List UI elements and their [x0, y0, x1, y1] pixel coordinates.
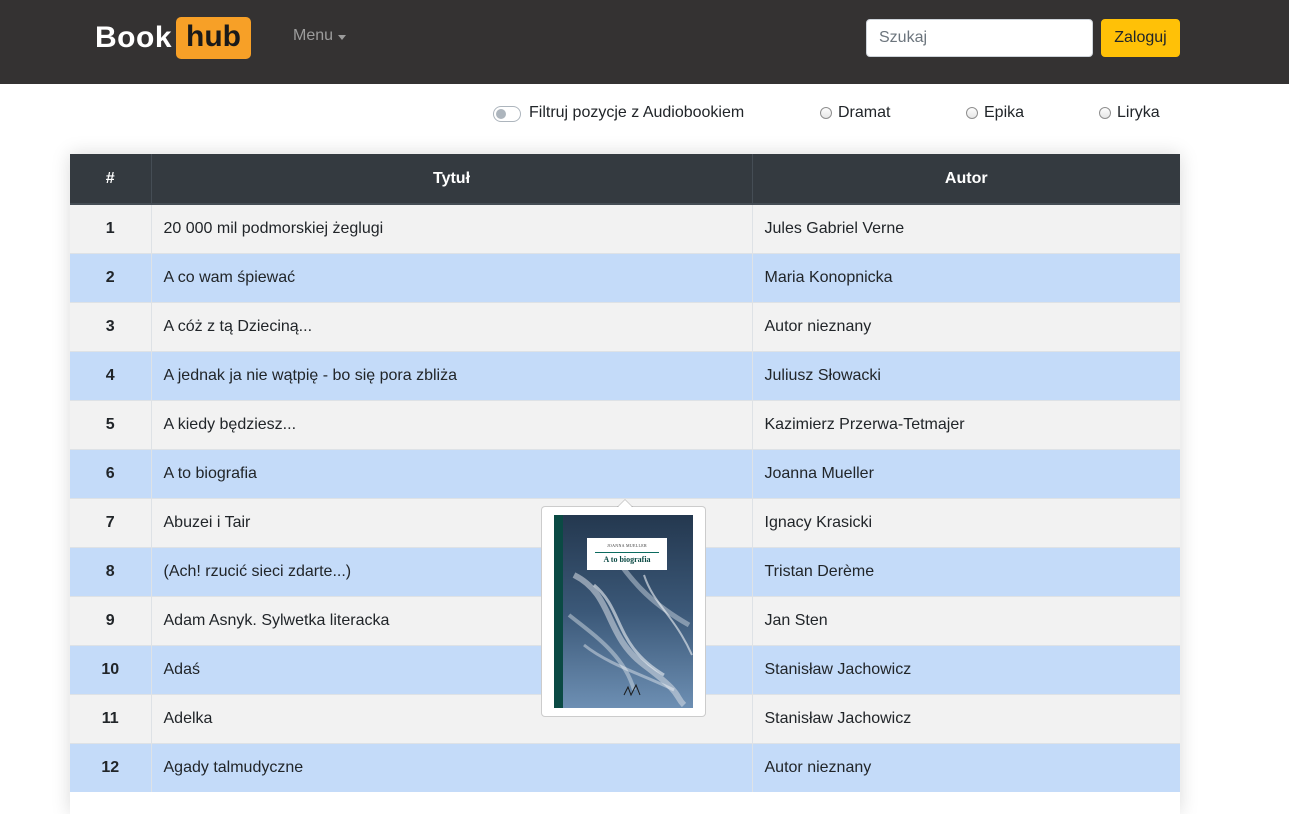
- book-cover-image: JOANNA MUELLER A to biografia: [554, 515, 693, 708]
- cell-author: Kazimierz Przerwa-Tetmajer: [751, 399, 1180, 449]
- book-cover-popover: JOANNA MUELLER A to biografia: [541, 499, 706, 717]
- cell-number: 11: [70, 693, 151, 743]
- cell-author: Tristan Derème: [751, 546, 1180, 596]
- navbar: Book hub Menu Zaloguj: [0, 0, 1289, 84]
- cell-number: 12: [70, 742, 151, 792]
- cell-title: 20 000 mil podmorskiej żeglugi: [150, 203, 752, 253]
- table-row[interactable]: 12 Agady talmudyczne Autor nieznany: [70, 742, 1180, 792]
- cell-number: 10: [70, 644, 151, 694]
- cell-number: 6: [70, 448, 151, 498]
- radio-label-liryka[interactable]: Liryka: [1117, 104, 1160, 122]
- radio-label-dramat[interactable]: Dramat: [838, 104, 890, 122]
- cell-author: Ignacy Krasicki: [751, 497, 1180, 547]
- column-header-title[interactable]: Tytuł: [150, 154, 752, 205]
- cell-author: Juliusz Słowacki: [751, 350, 1180, 400]
- cell-author: Joanna Mueller: [751, 448, 1180, 498]
- cover-author-text: JOANNA MUELLER: [607, 543, 647, 548]
- search-input[interactable]: [866, 19, 1093, 57]
- brand-text-book: Book: [95, 20, 172, 54]
- radio-dramat[interactable]: [820, 107, 832, 119]
- cell-title: A jednak ja nie wątpię - bo się pora zbl…: [150, 350, 752, 400]
- table-row[interactable]: 2A co wam śpiewać Maria Konopnicka: [70, 252, 1180, 302]
- cell-title: A cóż z tą Dzieciną...: [150, 301, 752, 351]
- menu-label: Menu: [293, 27, 334, 44]
- brand-logo[interactable]: Book hub: [95, 16, 251, 59]
- cell-title: A co wam śpiewać: [150, 252, 752, 302]
- cell-title: A to biografia: [150, 448, 752, 498]
- cell-number: 3: [70, 301, 151, 351]
- cell-author: Autor nieznany: [751, 301, 1180, 351]
- radio-label-epika[interactable]: Epika: [984, 104, 1024, 122]
- cell-author: Autor nieznany: [751, 742, 1180, 792]
- cell-title: A kiedy będziesz...: [150, 399, 752, 449]
- cover-divider: [595, 552, 659, 553]
- cell-number: 2: [70, 252, 151, 302]
- cell-author: Stanisław Jachowicz: [751, 644, 1180, 694]
- cover-spine: [554, 515, 563, 708]
- toggle-knob: [496, 109, 506, 119]
- cell-author: Stanisław Jachowicz: [751, 693, 1180, 743]
- cover-title-label: JOANNA MUELLER A to biografia: [587, 538, 667, 570]
- column-header-author[interactable]: Autor: [751, 154, 1180, 205]
- audiobook-toggle-label[interactable]: Filtruj pozycje z Audiobookiem: [529, 104, 744, 122]
- table-row[interactable]: 3A cóż z tą Dzieciną... Autor nieznany: [70, 301, 1180, 351]
- table-row[interactable]: 5A kiedy będziesz... Kazimierz Przerwa-Te…: [70, 399, 1180, 449]
- column-header-number[interactable]: #: [70, 154, 151, 205]
- cell-number: 9: [70, 595, 151, 645]
- login-button[interactable]: Zaloguj: [1101, 19, 1180, 57]
- table-row[interactable]: 1 20 000 mil podmorskiej żeglugi Jules Gab…: [70, 203, 1180, 253]
- cell-number: 5: [70, 399, 151, 449]
- chevron-down-icon: [338, 34, 347, 40]
- table-header-row: # Tytuł Autor: [70, 154, 1180, 205]
- popover-arrow: [617, 499, 633, 507]
- cover-title-text: A to biografia: [603, 555, 651, 564]
- table-row[interactable]: 6A to biografia Joanna Mueller: [70, 448, 1180, 498]
- cell-number: 4: [70, 350, 151, 400]
- cell-number: 8: [70, 546, 151, 596]
- cell-number: 1: [70, 203, 151, 253]
- cell-author: Jan Sten: [751, 595, 1180, 645]
- radio-liryka[interactable]: [1099, 107, 1111, 119]
- cell-title: Agady talmudyczne: [150, 742, 752, 792]
- table-row[interactable]: 4A jednak ja nie wątpię - bo się pora zb…: [70, 350, 1180, 400]
- cell-author: Maria Konopnicka: [751, 252, 1180, 302]
- menu-dropdown-toggle[interactable]: Menu: [293, 27, 347, 45]
- audiobook-toggle-switch[interactable]: [493, 106, 521, 122]
- cell-number: 7: [70, 497, 151, 547]
- radio-epika[interactable]: [966, 107, 978, 119]
- cell-author: Jules Gabriel Verne: [751, 203, 1180, 253]
- filter-bar: Filtruj pozycje z Audiobookiem Dramat Ep…: [0, 100, 1289, 128]
- brand-text-hub: hub: [176, 16, 251, 59]
